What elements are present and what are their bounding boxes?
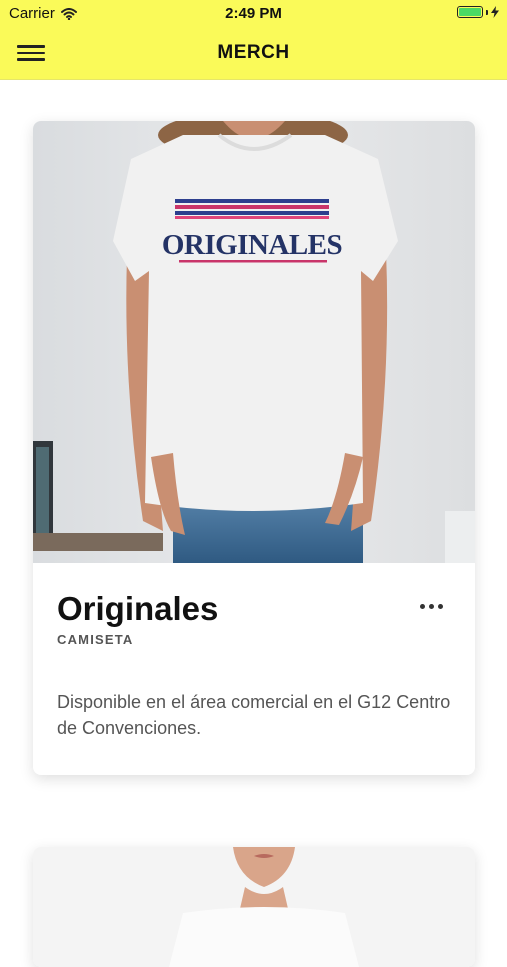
page-title: MERCH [217, 42, 290, 63]
product-image: ORIGINALES [33, 121, 475, 563]
product-category: CAMISETA [57, 632, 134, 647]
product-name: Originales [57, 590, 219, 627]
product-card[interactable] [33, 847, 475, 967]
charging-icon [491, 6, 499, 18]
nav-bar: MERCH [0, 28, 507, 80]
more-horizontal-icon[interactable] [411, 593, 451, 619]
battery-indicator [457, 6, 499, 18]
product-image [33, 847, 475, 967]
status-time: 2:49 PM [225, 5, 282, 22]
battery-icon [457, 6, 483, 18]
status-bar: Carrier 2:49 PM [0, 0, 507, 28]
product-description: Disponible en el área comercial en el G1… [57, 692, 451, 738]
shirt-print-text: ORIGINALES [162, 229, 342, 261]
merch-feed[interactable]: ORIGINALES Originales CAMISETA Disponibl… [0, 80, 507, 967]
product-card[interactable]: ORIGINALES Originales CAMISETA Disponibl… [33, 121, 475, 775]
card-body: Originales CAMISETA Disponible en el áre… [33, 563, 475, 775]
